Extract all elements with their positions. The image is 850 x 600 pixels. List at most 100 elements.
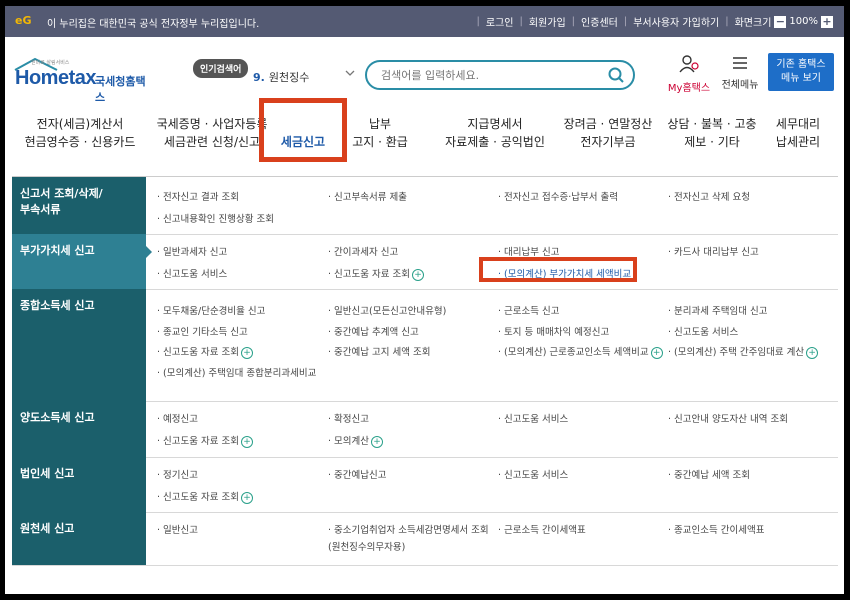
- menu-link[interactable]: · 중소기업취업자 소득세감면명세서 조회: [328, 522, 489, 536]
- gnb-item-2[interactable]: 국세증명 · 사업자등록 세금관련 신청/신고: [149, 115, 275, 151]
- menu-link[interactable]: · 정기신고: [157, 467, 198, 481]
- hometax-logo[interactable]: 믿마로 살림서비스 Hometax 국세청홈택스: [13, 57, 153, 104]
- plus-circle-icon[interactable]: +: [806, 346, 819, 359]
- menu-link[interactable]: · 전자신고 결과 조회: [157, 189, 239, 203]
- menu-link-text: · 신고도움 자료 조회: [157, 436, 239, 447]
- menu-link[interactable]: · 간이과세자 신고: [328, 244, 398, 258]
- dept-user-signup-link[interactable]: 부서사용자 가입하기: [633, 14, 719, 29]
- chevron-down-icon[interactable]: [345, 67, 355, 80]
- plus-circle-icon[interactable]: +: [371, 435, 383, 448]
- cert-center-link[interactable]: 인증센터: [581, 14, 618, 29]
- menu-category[interactable]: 양도소득세 신고: [12, 401, 146, 457]
- menu-link[interactable]: · 일반과세자 신고: [157, 244, 227, 258]
- menu-link[interactable]: · (모의계산) 근로종교인소득 세액비교 +: [498, 344, 663, 359]
- menu-link[interactable]: · 신고도움 자료 조회 +: [328, 266, 424, 281]
- menu-link[interactable]: · 대리납부 신고: [498, 244, 560, 258]
- menu-link[interactable]: · 신고도움 자료 조회 +: [157, 344, 253, 359]
- menu-link[interactable]: · 신고도움 서비스: [668, 324, 738, 338]
- site-header: 믿마로 살림서비스 Hometax 국세청홈택스 인기검색어 9.원천징수 My…: [5, 37, 844, 104]
- menu-link[interactable]: · 근로소득 간이세액표: [498, 522, 586, 536]
- menu-category[interactable]: 신고서 조회/삭제/부속서류: [12, 177, 146, 234]
- menu-link[interactable]: · 전자신고 접수증·납부서 출력: [498, 189, 618, 203]
- menu-link[interactable]: · 전자신고 삭제 요청: [668, 189, 750, 203]
- menu-link[interactable]: · 신고도움 서비스: [498, 411, 568, 425]
- menu-link[interactable]: · 종교인 기타소득 신고: [157, 324, 248, 338]
- menu-link[interactable]: · 확정신고: [328, 411, 369, 425]
- menu-link-text: · 신고도움 자료 조회: [328, 269, 410, 280]
- gnb-item-7[interactable]: 상담 · 불복 · 고충 제보 · 기타: [662, 115, 762, 151]
- menu-link[interactable]: · 신고내용확인 진행상황 조회: [157, 211, 274, 225]
- menu-link[interactable]: · 신고부속서류 제출: [328, 189, 407, 203]
- menu-link-text: · 중간예납신고: [328, 470, 387, 481]
- menu-link[interactable]: · 중간예납 추계액 신고: [328, 324, 419, 338]
- menu-category[interactable]: 법인세 신고: [12, 457, 146, 512]
- plus-circle-icon[interactable]: +: [241, 346, 253, 359]
- gnb-item-line1: 지급명세서: [467, 117, 523, 131]
- menu-link-text: · 중간예납 추계액 신고: [328, 327, 419, 338]
- menu-link[interactable]: · 신고도움 자료 조회 +: [157, 489, 253, 504]
- my-hometax-button[interactable]: My홈택스: [665, 55, 713, 94]
- menu-link[interactable]: · 모두채움/단순경비율 신고: [157, 303, 265, 317]
- popular-term-text: 원천징수: [268, 71, 310, 84]
- menu-link[interactable]: · (모의계산) 주택임대 종합분리과세비교: [157, 365, 316, 379]
- plus-circle-icon[interactable]: +: [241, 491, 253, 504]
- menu-link-text: · 중소기업취업자 소득세감면명세서 조회: [328, 525, 489, 536]
- menu-link-text: · 카드사 대리납부 신고: [668, 247, 759, 258]
- menu-link[interactable]: · 분리과세 주택임대 신고: [668, 303, 767, 317]
- gnb-item-line1: 장려금 · 연말정산: [563, 117, 653, 131]
- menu-link-text: · 분리과세 주택임대 신고: [668, 306, 768, 317]
- menu-link[interactable]: · 신고안내 양도자산 내역 조회: [668, 411, 788, 425]
- menu-category[interactable]: 부가가치세 신고: [12, 234, 152, 289]
- menu-link-text: · (모의계산) 근로종교인소득 세액비교: [498, 347, 649, 358]
- menu-link[interactable]: · 모의계산 +: [328, 433, 383, 448]
- menu-link[interactable]: · 신고도움 서비스: [157, 266, 227, 280]
- menu-link[interactable]: · 카드사 대리납부 신고: [668, 244, 759, 258]
- egov-notice[interactable]: 이 누리집은 대한민국 공식 전자정부 누리집입니다.: [47, 15, 259, 30]
- plus-circle-icon[interactable]: +: [650, 346, 663, 359]
- plus-circle-icon[interactable]: +: [241, 435, 253, 448]
- gnb-item-8[interactable]: 세무대리 납세관리: [763, 115, 833, 151]
- menu-link[interactable]: · 일반신고: [157, 522, 198, 536]
- menu-link[interactable]: · (모의계산) 주택 간주임대료 계산 +: [668, 344, 819, 359]
- menu-link-text: · 일반과세자 신고: [157, 247, 228, 258]
- popular-search-badge: 인기검색어: [193, 59, 249, 78]
- gnb-item-1[interactable]: 전자(세금)계산서 현금영수증 · 신용카드: [10, 115, 150, 151]
- menu-link[interactable]: · 종교인소득 간이세액표: [668, 522, 764, 536]
- popular-search-term[interactable]: 9. 원천징수: [253, 69, 309, 85]
- gnb-item-5[interactable]: 지급명세서 자료제출 · 공익법인: [435, 115, 555, 151]
- all-menu-button[interactable]: 전체메뉴: [718, 55, 762, 91]
- gnb-item-4[interactable]: 납부 고지 · 환급: [345, 115, 415, 151]
- menu-link-text: · 전자신고 결과 조회: [157, 192, 239, 203]
- search-input[interactable]: [379, 68, 603, 83]
- menu-link-text: · 근로소득 간이세액표: [498, 525, 586, 536]
- menu-link-text: · 신고도움 자료 조회: [157, 492, 239, 503]
- menu-link-text: · (모의계산) 주택 간주임대료 계산: [668, 347, 805, 358]
- plus-circle-icon[interactable]: +: [412, 268, 424, 281]
- menu-link[interactable]: · 토지 등 매매차익 예정신고: [498, 324, 609, 338]
- menu-link[interactable]: · 신고도움 자료 조회 +: [157, 433, 253, 448]
- menu-category[interactable]: 종합소득세 신고: [12, 289, 146, 401]
- zoom-out-button[interactable]: −: [774, 15, 787, 28]
- menu-link[interactable]: · 예정신고: [157, 411, 198, 425]
- gnb-item-6[interactable]: 장려금 · 연말정산 전자기부금: [553, 115, 663, 151]
- menu-link-text: · 예정신고: [157, 414, 198, 425]
- menu-link[interactable]: · 중간예납 세액 조회: [668, 467, 750, 481]
- menu-category-label: 법인세 신고: [20, 467, 75, 480]
- menu-link[interactable]: · 일반신고(모든신고안내유형): [328, 303, 446, 317]
- menu-link[interactable]: · 중간예납 고지 세액 조회: [328, 344, 431, 358]
- menu-link-text: · 토지 등 매매차익 예정신고: [498, 327, 610, 338]
- gnb-item-line1: 상담 · 불복 · 고충: [667, 117, 757, 131]
- menu-row-6: 원천세 신고 · 일반신고 · 중소기업취업자 소득세감면명세서 조회 (원천징수의무…: [12, 512, 838, 566]
- menu-link[interactable]: (원천징수의무자용): [328, 539, 405, 553]
- signup-link[interactable]: 회원가입: [529, 14, 566, 29]
- menu-category[interactable]: 원천세 신고: [12, 512, 146, 565]
- menu-link[interactable]: · 근로소득 신고: [498, 303, 560, 317]
- menu-link[interactable]: · 신고도움 서비스: [498, 467, 568, 481]
- menu-link[interactable]: · 중간예납신고: [328, 467, 386, 481]
- browser-page: eG 이 누리집은 대한민국 공식 전자정부 누리집입니다. | 로그인 | 회…: [5, 6, 844, 594]
- login-link[interactable]: 로그인: [486, 14, 514, 29]
- popular-rank: 9.: [253, 71, 265, 84]
- zoom-in-button[interactable]: +: [821, 15, 833, 28]
- classic-menu-button[interactable]: 기존 홈택스 메뉴 보기: [768, 53, 834, 91]
- search-icon[interactable]: [607, 66, 625, 88]
